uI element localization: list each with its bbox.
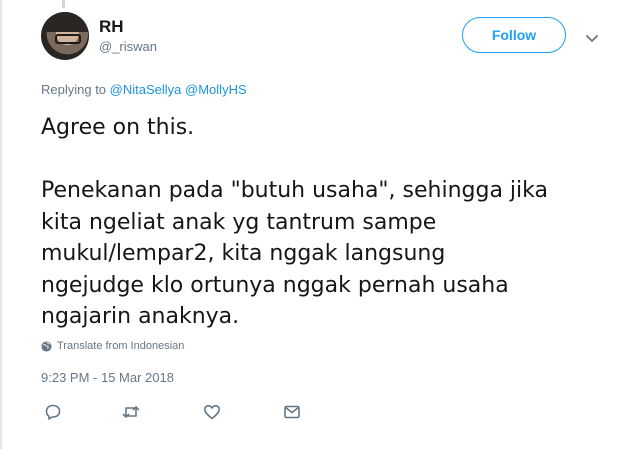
avatar[interactable] — [41, 12, 89, 60]
tweet-line: kita ngeliat anak yg tantrum sampe — [41, 209, 437, 235]
translate-link[interactable]: Translate from Indonesian — [41, 340, 184, 352]
follow-button[interactable]: Follow — [462, 17, 566, 53]
author-name[interactable]: RH — [99, 17, 124, 37]
tweet-line: mukul/lempar2, kita nggak langsung — [41, 241, 446, 266]
retweet-icon[interactable] — [122, 403, 140, 421]
globe-icon — [41, 340, 52, 352]
tweet-line: ngejudge klo ortunya nggak pernah usaha — [41, 272, 509, 298]
avatar-glasses — [55, 34, 81, 44]
translate-label: Translate from Indonesian — [57, 340, 185, 352]
chevron-down-icon[interactable] — [584, 30, 600, 46]
thread-connector-line — [62, 0, 65, 8]
tweet-text: Agree on this. Penekanan pada "butuh usa… — [41, 112, 631, 333]
left-border — [0, 0, 2, 449]
tweet-line: ngajarin anaknya. — [41, 304, 240, 329]
author-handle[interactable]: @_riswan — [99, 39, 157, 54]
tweet-line: Agree on this. — [41, 115, 195, 140]
mention-link[interactable]: @NitaSellya — [110, 82, 182, 97]
replying-to: Replying to @NitaSellya @MollyHS — [41, 82, 247, 97]
replying-to-prefix: Replying to — [41, 82, 107, 97]
avatar-hair — [41, 12, 89, 32]
reply-icon[interactable] — [44, 403, 62, 421]
tweet-line: Penekanan pada "butuh usaha", sehingga j… — [41, 178, 548, 203]
timestamp[interactable]: 9:23 PM - 15 Mar 2018 — [41, 370, 174, 385]
like-icon[interactable] — [203, 403, 221, 421]
message-icon[interactable] — [283, 403, 301, 421]
mention-link[interactable]: @MollyHS — [185, 82, 247, 97]
